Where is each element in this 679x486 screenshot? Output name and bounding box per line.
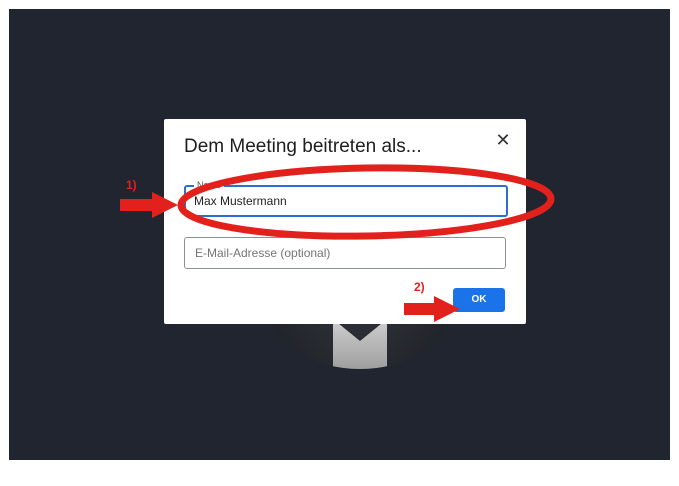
close-icon[interactable]: ✕ bbox=[494, 131, 512, 149]
dialog-title: Dem Meeting beitreten als... bbox=[184, 136, 422, 157]
avatar-shirt-collar bbox=[333, 319, 387, 369]
name-field-label: Name bbox=[194, 180, 225, 191]
ok-button[interactable]: OK bbox=[453, 288, 505, 312]
join-meeting-dialog: Dem Meeting beitreten als... ✕ Name OK bbox=[164, 119, 526, 324]
annotation-step2-label: 2) bbox=[414, 280, 425, 294]
name-input[interactable] bbox=[186, 187, 506, 215]
email-field[interactable] bbox=[184, 237, 506, 269]
annotation-step1-label: 1) bbox=[126, 178, 137, 192]
name-field[interactable]: Name bbox=[184, 180, 508, 217]
email-input[interactable] bbox=[185, 238, 505, 268]
